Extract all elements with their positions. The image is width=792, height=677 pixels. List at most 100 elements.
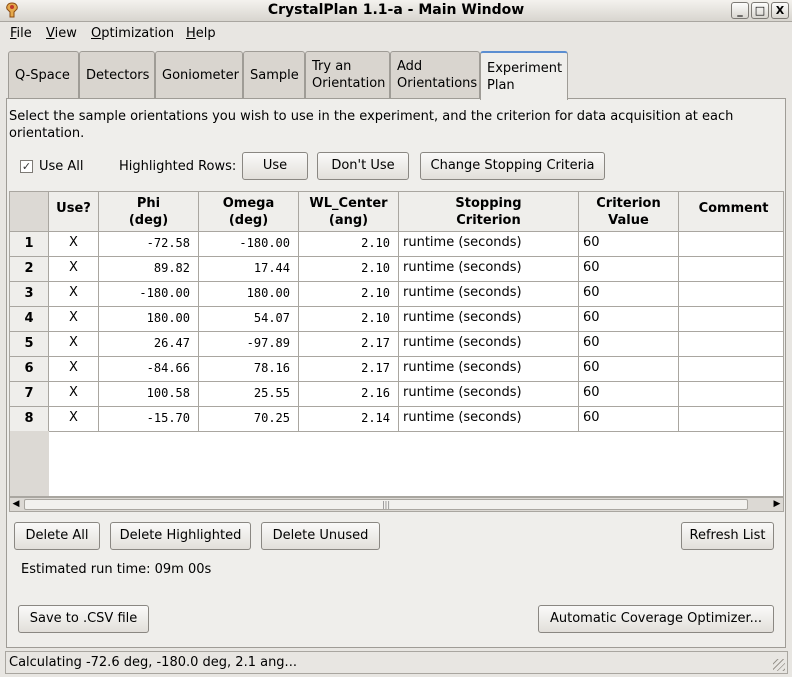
cell-criterion-value[interactable]: 60 [579, 407, 679, 432]
cell-use[interactable]: X [49, 357, 99, 382]
row-header[interactable]: 4 [10, 307, 49, 332]
cell-phi[interactable]: 100.58 [99, 382, 199, 407]
cell-wl-center[interactable]: 2.10 [299, 232, 399, 257]
tab-try-orientation[interactable]: Try an Orientation [305, 51, 390, 98]
column-header-omega[interactable]: Omega (deg) [199, 192, 299, 232]
cell-stopping-criterion[interactable]: runtime (seconds) [399, 407, 579, 432]
cell-stopping-criterion[interactable]: runtime (seconds) [399, 282, 579, 307]
save-csv-button[interactable]: Save to .CSV file [18, 605, 149, 633]
row-header[interactable]: 1 [10, 232, 49, 257]
row-header[interactable]: 2 [10, 257, 49, 282]
cell-use[interactable]: X [49, 282, 99, 307]
column-header-criterion-value[interactable]: Criterion Value [579, 192, 679, 232]
cell-phi[interactable]: -72.58 [99, 232, 199, 257]
cell-stopping-criterion[interactable]: runtime (seconds) [399, 382, 579, 407]
tab-sample[interactable]: Sample [243, 51, 305, 98]
automatic-coverage-optimizer-button[interactable]: Automatic Coverage Optimizer... [538, 605, 774, 633]
row-header[interactable]: 3 [10, 282, 49, 307]
cell-omega[interactable]: -180.00 [199, 232, 299, 257]
cell-stopping-criterion[interactable]: runtime (seconds) [399, 257, 579, 282]
cell-comment[interactable] [679, 382, 783, 407]
maximize-button[interactable]: □ [751, 2, 769, 19]
column-header-wl-center[interactable]: WL_Center (ang) [299, 192, 399, 232]
cell-use[interactable]: X [49, 232, 99, 257]
cell-comment[interactable] [679, 407, 783, 432]
cell-use[interactable]: X [49, 382, 99, 407]
scroll-right-arrow-icon[interactable]: ▶ [771, 498, 783, 511]
cell-stopping-criterion[interactable]: runtime (seconds) [399, 357, 579, 382]
cell-use[interactable]: X [49, 257, 99, 282]
cell-omega[interactable]: 54.07 [199, 307, 299, 332]
row-header[interactable]: 8 [10, 407, 49, 432]
cell-criterion-value[interactable]: 60 [579, 382, 679, 407]
cell-criterion-value[interactable]: 60 [579, 282, 679, 307]
horizontal-scrollbar[interactable]: ◀ ||| ▶ [9, 497, 784, 512]
cell-comment[interactable] [679, 357, 783, 382]
cell-comment[interactable] [679, 332, 783, 357]
tab-goniometer[interactable]: Goniometer [155, 51, 243, 98]
delete-all-button[interactable]: Delete All [14, 522, 100, 550]
close-button[interactable]: X [771, 2, 789, 19]
use-button[interactable]: Use [242, 152, 308, 180]
cell-phi[interactable]: -84.66 [99, 357, 199, 382]
row-header[interactable]: 5 [10, 332, 49, 357]
cell-wl-center[interactable]: 2.14 [299, 407, 399, 432]
column-header-phi[interactable]: Phi (deg) [99, 192, 199, 232]
tab-add-orientations[interactable]: Add Orientations [390, 51, 480, 98]
minimize-button[interactable]: _ [731, 2, 749, 19]
menu-optimization[interactable]: Optimization [91, 26, 174, 41]
cell-phi[interactable]: -15.70 [99, 407, 199, 432]
delete-unused-button[interactable]: Delete Unused [261, 522, 380, 550]
cell-wl-center[interactable]: 2.17 [299, 332, 399, 357]
delete-highlighted-button[interactable]: Delete Highlighted [110, 522, 251, 550]
use-all-checkbox[interactable]: ✓ [20, 160, 33, 173]
cell-stopping-criterion[interactable]: runtime (seconds) [399, 307, 579, 332]
cell-comment[interactable] [679, 257, 783, 282]
tab-experiment-plan[interactable]: Experiment Plan [480, 51, 568, 100]
column-header-comment[interactable]: Comment [679, 192, 783, 232]
tab-detectors[interactable]: Detectors [79, 51, 155, 98]
cell-phi[interactable]: 26.47 [99, 332, 199, 357]
cell-phi[interactable]: -180.00 [99, 282, 199, 307]
cell-wl-center[interactable]: 2.17 [299, 357, 399, 382]
cell-comment[interactable] [679, 307, 783, 332]
tab-q-space[interactable]: Q-Space [8, 51, 79, 98]
cell-use[interactable]: X [49, 332, 99, 357]
cell-criterion-value[interactable]: 60 [579, 357, 679, 382]
cell-stopping-criterion[interactable]: runtime (seconds) [399, 232, 579, 257]
change-stopping-criteria-button[interactable]: Change Stopping Criteria [420, 152, 605, 180]
scroll-thumb[interactable]: ||| [24, 499, 748, 510]
cell-omega[interactable]: 25.55 [199, 382, 299, 407]
cell-criterion-value[interactable]: 60 [579, 232, 679, 257]
column-header-stopping-criterion[interactable]: Stopping Criterion [399, 192, 579, 232]
cell-comment[interactable] [679, 232, 783, 257]
cell-omega[interactable]: 17.44 [199, 257, 299, 282]
refresh-list-button[interactable]: Refresh List [681, 522, 774, 550]
cell-omega[interactable]: 180.00 [199, 282, 299, 307]
cell-wl-center[interactable]: 2.10 [299, 307, 399, 332]
cell-wl-center[interactable]: 2.16 [299, 382, 399, 407]
menu-view[interactable]: View [46, 26, 77, 41]
cell-phi[interactable]: 180.00 [99, 307, 199, 332]
cell-omega[interactable]: 70.25 [199, 407, 299, 432]
scroll-left-arrow-icon[interactable]: ◀ [10, 498, 22, 511]
row-header[interactable]: 7 [10, 382, 49, 407]
cell-criterion-value[interactable]: 60 [579, 307, 679, 332]
cell-use[interactable]: X [49, 407, 99, 432]
resize-grip-icon[interactable] [773, 659, 785, 671]
menu-help[interactable]: Help [186, 26, 216, 41]
cell-stopping-criterion[interactable]: runtime (seconds) [399, 332, 579, 357]
cell-omega[interactable]: -97.89 [199, 332, 299, 357]
menu-file[interactable]: File [10, 26, 32, 41]
cell-omega[interactable]: 78.16 [199, 357, 299, 382]
dont-use-button[interactable]: Don't Use [317, 152, 409, 180]
cell-phi[interactable]: 89.82 [99, 257, 199, 282]
cell-comment[interactable] [679, 282, 783, 307]
cell-criterion-value[interactable]: 60 [579, 257, 679, 282]
cell-use[interactable]: X [49, 307, 99, 332]
cell-wl-center[interactable]: 2.10 [299, 282, 399, 307]
cell-criterion-value[interactable]: 60 [579, 332, 679, 357]
column-header-use[interactable]: Use? [49, 192, 99, 232]
row-header[interactable]: 6 [10, 357, 49, 382]
cell-wl-center[interactable]: 2.10 [299, 257, 399, 282]
